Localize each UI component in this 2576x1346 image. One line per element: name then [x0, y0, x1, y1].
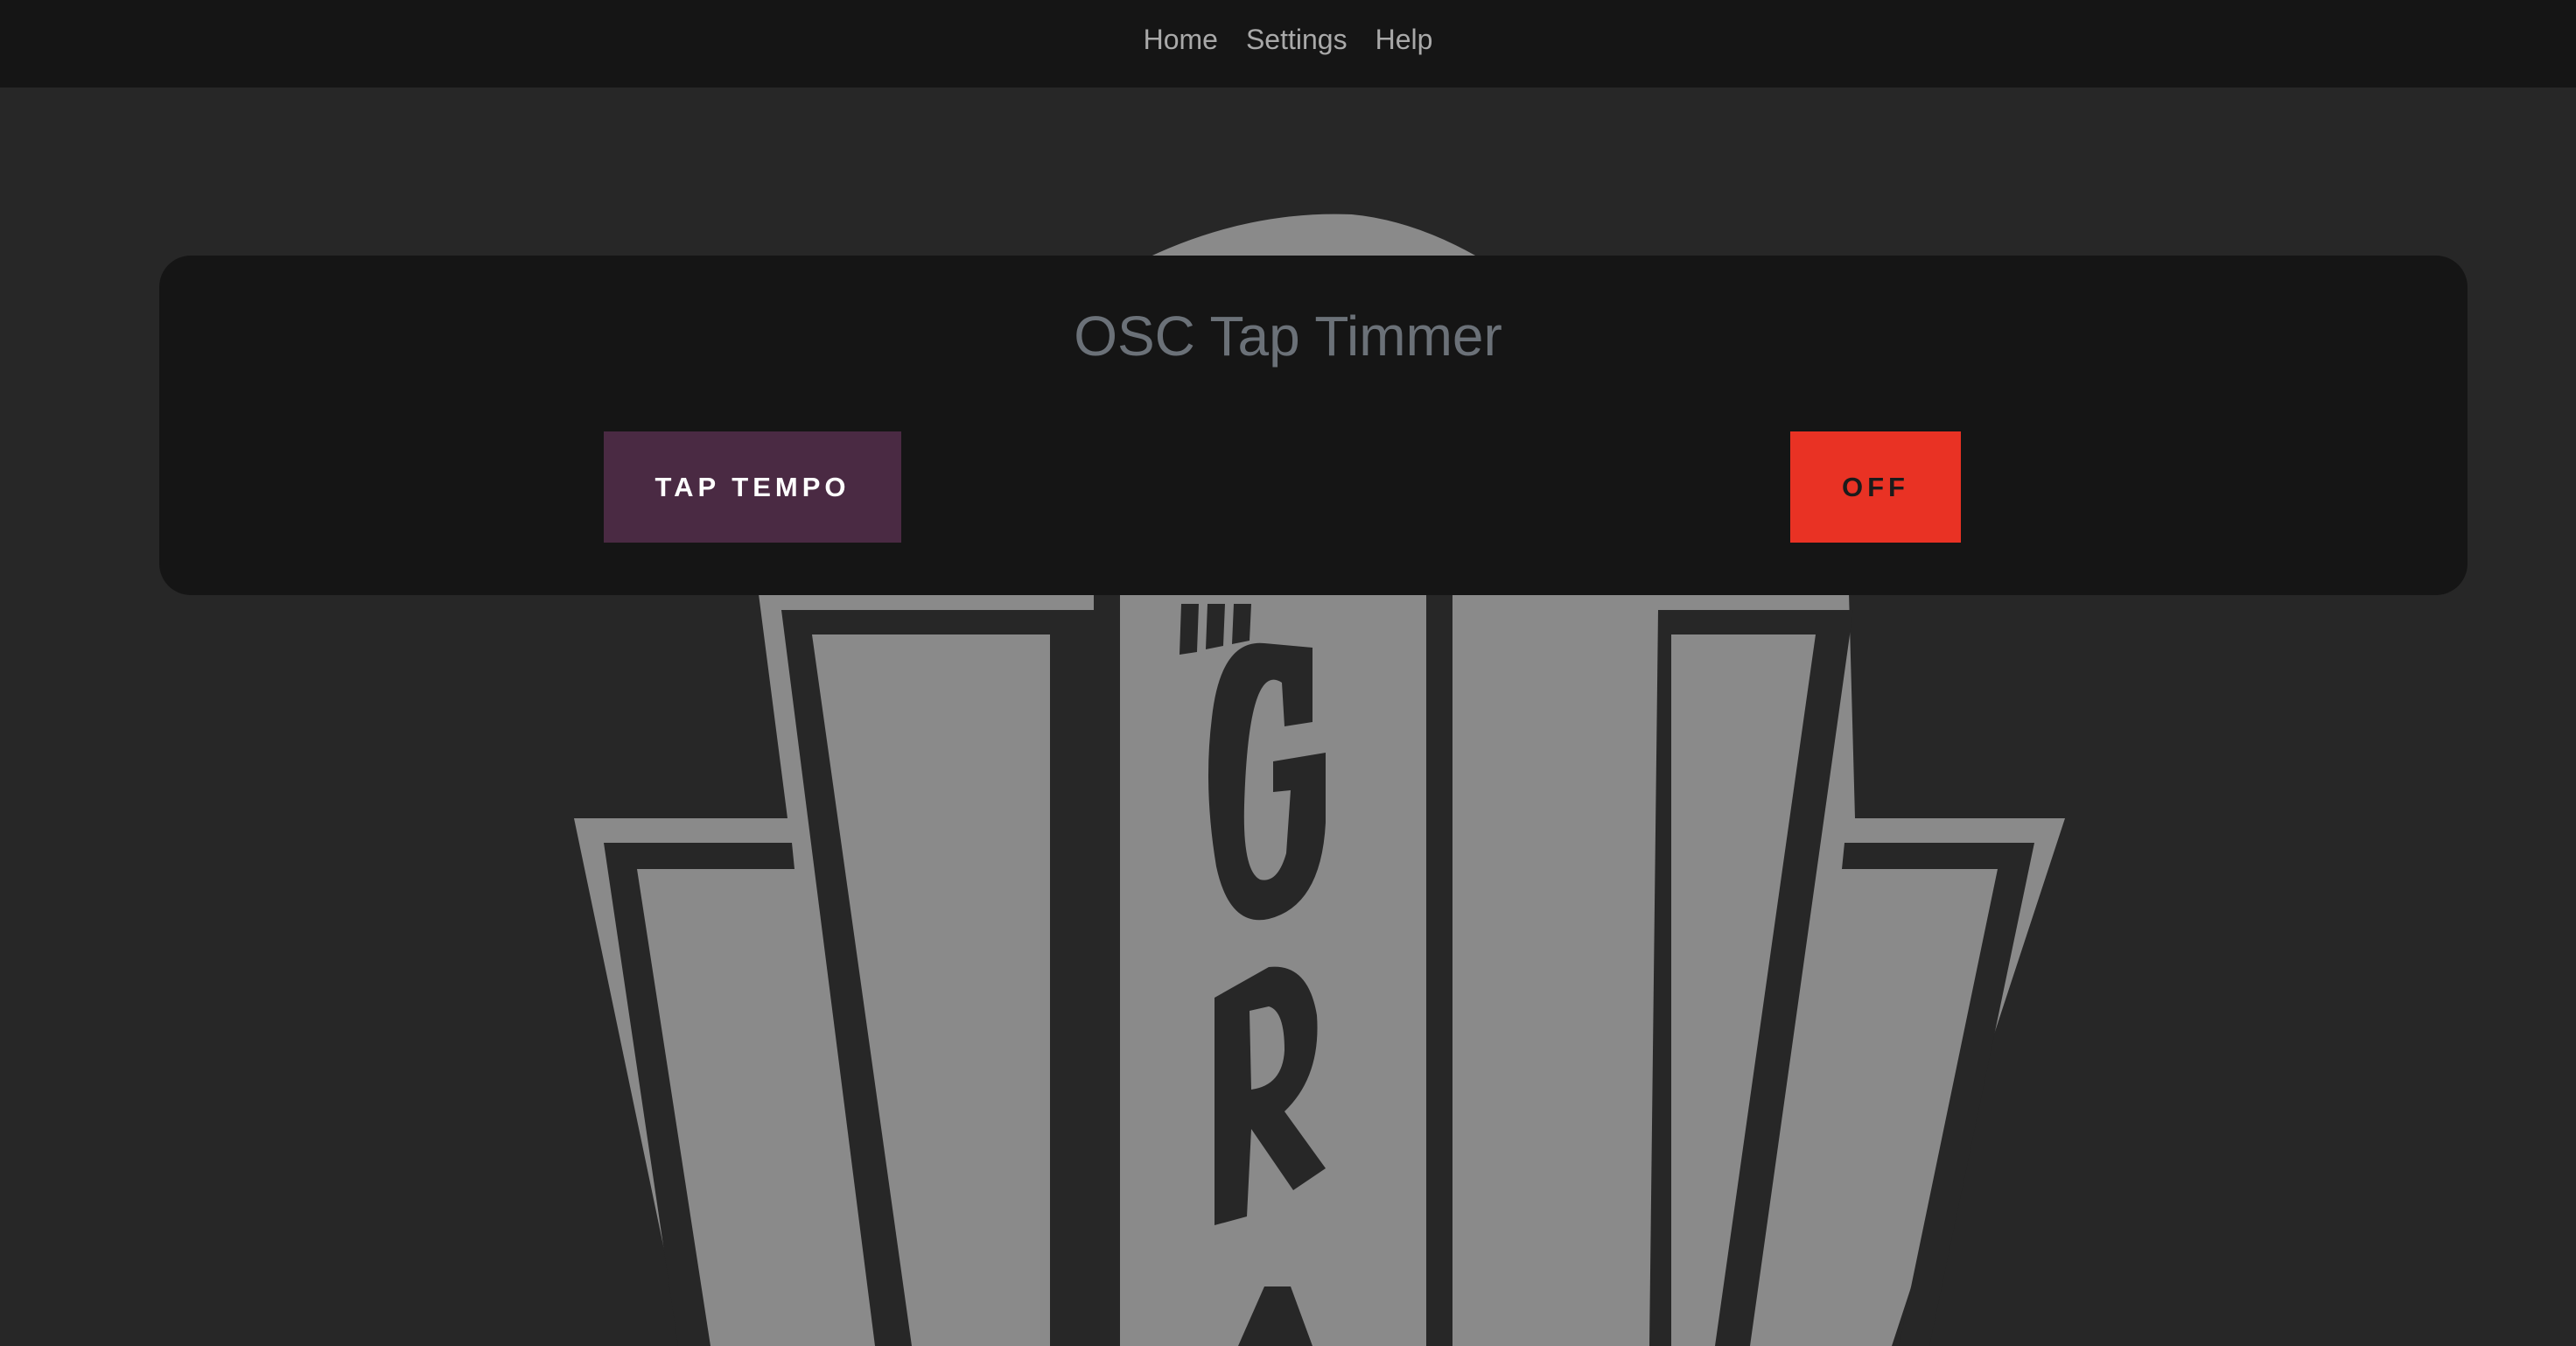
- nav-help-link[interactable]: Help: [1376, 25, 1433, 53]
- page-title: OSC Tap Timmer: [1074, 305, 1502, 368]
- off-toggle-button[interactable]: OFF: [1790, 431, 1961, 543]
- nav-settings-link[interactable]: Settings: [1246, 25, 1348, 53]
- nav-home-link[interactable]: Home: [1144, 25, 1218, 53]
- top-nav: Home Settings Help: [0, 0, 2576, 88]
- tap-tempo-button[interactable]: TAP TEMPO: [604, 431, 901, 543]
